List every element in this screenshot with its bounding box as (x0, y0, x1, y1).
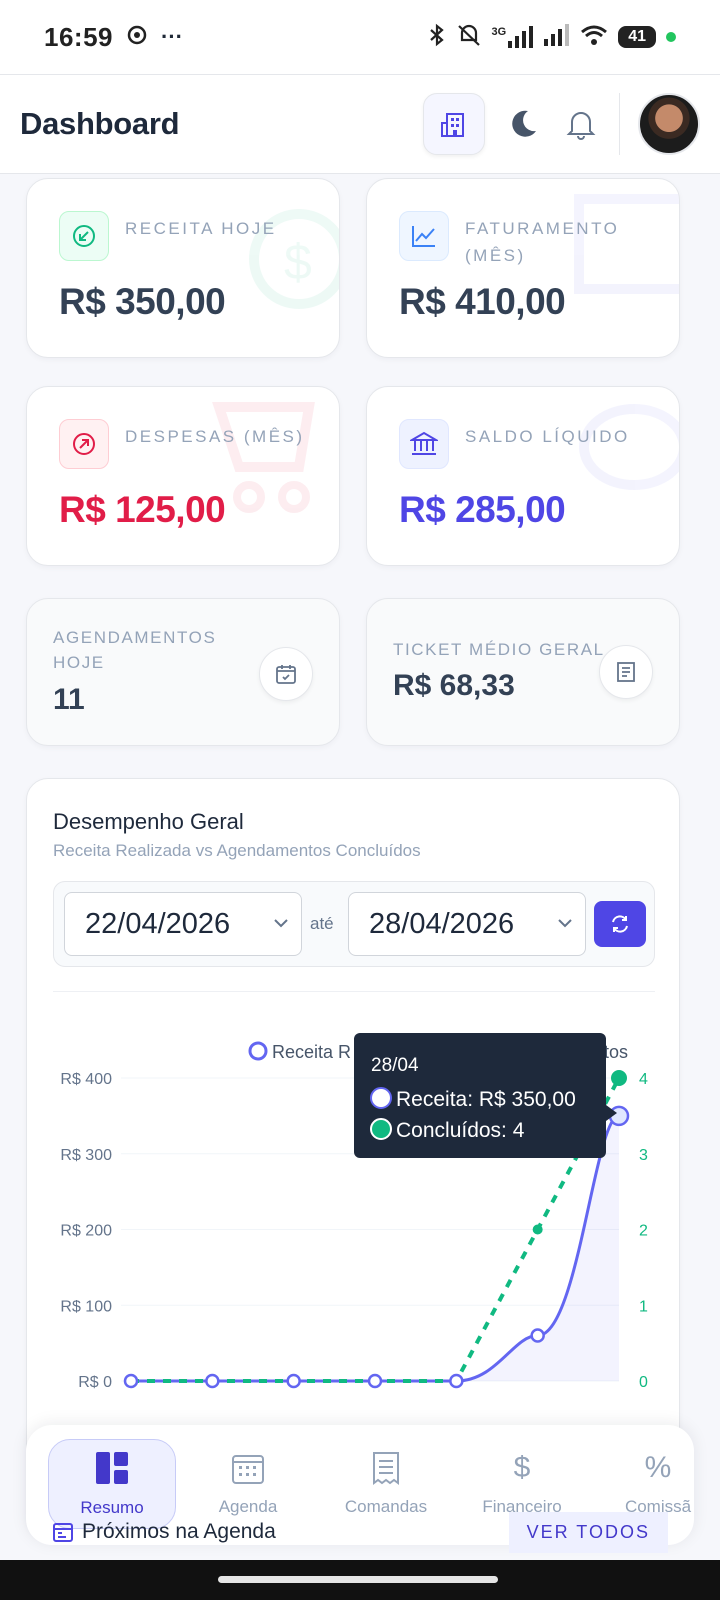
legend-receita-marker (248, 1041, 268, 1061)
receipt-icon (373, 1452, 399, 1485)
performance-chart: R$ 0 R$ 100 R$ 200 R$ 300 R$ 400 0 1 2 3 4 Receita… (60, 1033, 648, 1391)
y-right-tick-label: 3 (639, 1147, 648, 1164)
tooltip-receita-swatch (370, 1087, 392, 1109)
upcoming-title-text: Próximos na Agenda (82, 1520, 276, 1543)
dashboard-icon (96, 1452, 128, 1484)
y-right-tick-label: 1 (639, 1298, 648, 1315)
nav-comandas-label: Comandas (344, 1497, 428, 1516)
calendar-icon (53, 1523, 73, 1542)
gesture-handle[interactable] (218, 1576, 498, 1583)
concluidos-point (532, 1224, 543, 1235)
receita-point (449, 1373, 464, 1389)
tooltip-concluidos: Concluídos: 4 (396, 1119, 525, 1142)
percent-icon: % (644, 1451, 672, 1484)
see-all-button[interactable]: VER TODOS (508, 1512, 668, 1553)
y-left-tick-label: R$ 100 (60, 1298, 112, 1315)
tooltip-title: 28/04 (371, 1055, 419, 1076)
upcoming-title: Próximos na Agenda (52, 1520, 276, 1544)
gesture-area (0, 1560, 720, 1600)
y-right-tick-label: 2 (639, 1223, 648, 1240)
dollar-icon: $ (513, 1451, 531, 1484)
concluidos-point (611, 1070, 627, 1086)
nav-comandas[interactable]: Comandas (322, 1439, 450, 1529)
receita-point (205, 1373, 220, 1389)
nav-resumo-label: Resumo (80, 1498, 144, 1517)
receita-point (367, 1373, 383, 1389)
y-left-tick-label: R$ 300 (60, 1147, 112, 1164)
y-left-tick-label: R$ 200 (60, 1223, 112, 1240)
tooltip-concluidos-swatch (370, 1118, 392, 1140)
tooltip-receita: Receita: R$ 350,00 (396, 1088, 576, 1111)
upcoming-section: Próximos na Agenda VER TODOS (26, 1512, 694, 1558)
receita-point (286, 1373, 301, 1389)
y-right-tick-label: 0 (639, 1374, 648, 1391)
nav-agenda-label: Agenda (218, 1497, 278, 1516)
nav-resumo[interactable]: Resumo (48, 1439, 176, 1529)
receita-point (530, 1328, 545, 1343)
legend-receita-label: Receita R (272, 1042, 351, 1062)
nav-agenda[interactable]: Agenda (184, 1439, 312, 1529)
y-left-tick-label: R$ 400 (60, 1071, 112, 1088)
y-right-tick-label: 4 (639, 1071, 648, 1088)
calendar-icon (232, 1455, 264, 1484)
y-left-tick-label: R$ 0 (78, 1374, 112, 1391)
receita-point (123, 1373, 139, 1389)
